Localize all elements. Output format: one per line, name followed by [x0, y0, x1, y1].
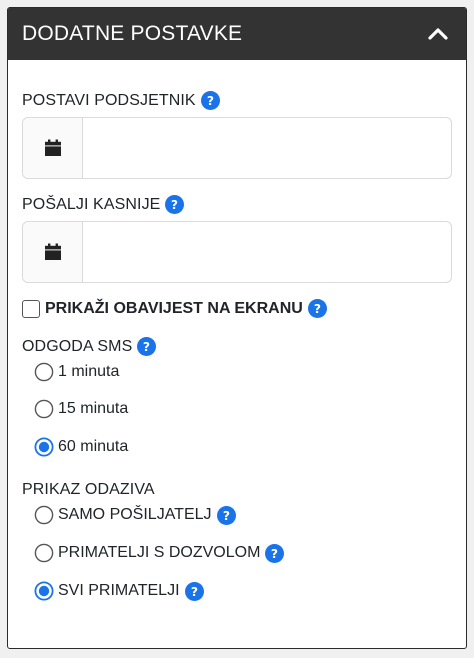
screen-notice-label[interactable]: PRIKAŽI OBAVIJEST NA EKRANU: [45, 300, 303, 318]
reminder-input[interactable]: [83, 118, 451, 178]
radio-button[interactable]: [34, 543, 54, 563]
reminder-date-field: [22, 117, 452, 179]
radio-option-all-recipients[interactable]: SVI PRIMATELJI ?: [34, 579, 452, 603]
radio-option-sms-1[interactable]: 1 minuta: [34, 360, 452, 384]
send-later-date-field: [22, 221, 452, 283]
help-icon[interactable]: ?: [137, 337, 157, 356]
help-icon[interactable]: ?: [265, 543, 285, 563]
svg-text:?: ?: [271, 546, 278, 560]
send-later-label: POŠALJI KASNIJE: [22, 195, 161, 213]
help-icon[interactable]: ?: [200, 91, 220, 110]
reminder-label-row: POSTAVI PODSJETNIK ?: [22, 91, 452, 110]
help-icon[interactable]: ?: [216, 505, 236, 525]
send-later-input[interactable]: [83, 222, 451, 282]
svg-text:?: ?: [171, 198, 178, 212]
help-icon[interactable]: ?: [165, 195, 185, 214]
screen-notice-checkbox[interactable]: [22, 299, 40, 318]
svg-text:?: ?: [314, 302, 321, 316]
chevron-up-icon[interactable]: [426, 22, 450, 46]
radio-label: 1 minuta: [58, 363, 120, 380]
send-later-label-row: POŠALJI KASNIJE ?: [22, 195, 452, 214]
radio-label: SVI PRIMATELJI: [58, 582, 180, 599]
calendar-icon[interactable]: [23, 222, 83, 282]
radio-label: PRIMATELJI S DOZVOLOM: [58, 544, 261, 561]
sms-delay-label: ODGODA SMS: [22, 337, 133, 355]
radio-button[interactable]: [34, 362, 54, 382]
additional-settings-panel: DODATNE POSTAVKE POSTAVI PODSJETNIK ? PO…: [7, 7, 467, 649]
responses-label: PRIKAZ ODAZIVA: [22, 481, 155, 498]
svg-text:?: ?: [143, 340, 150, 354]
radio-option-sender-only[interactable]: SAMO POŠILJATELJ ?: [34, 503, 452, 527]
radio-button-selected[interactable]: [34, 437, 54, 457]
panel-body: POSTAVI PODSJETNIK ? POŠALJI KASNIJE ? P…: [8, 91, 466, 603]
reminder-label: POSTAVI PODSJETNIK: [22, 91, 196, 109]
radio-button[interactable]: [34, 399, 54, 419]
radio-option-sms-60[interactable]: 60 minuta: [34, 435, 452, 459]
svg-text:?: ?: [222, 508, 229, 522]
help-icon[interactable]: ?: [184, 581, 204, 601]
calendar-icon[interactable]: [23, 118, 83, 178]
radio-option-sms-15[interactable]: 15 minuta: [34, 397, 452, 421]
panel-title: DODATNE POSTAVKE: [22, 22, 243, 45]
help-icon[interactable]: ?: [307, 299, 327, 318]
svg-text:?: ?: [190, 584, 197, 598]
panel-header[interactable]: DODATNE POSTAVKE: [8, 8, 466, 60]
radio-option-permitted-recipients[interactable]: PRIMATELJI S DOZVOLOM ?: [34, 541, 452, 565]
radio-label: 15 minuta: [58, 400, 129, 417]
radio-button[interactable]: [34, 505, 54, 525]
radio-label: SAMO POŠILJATELJ: [58, 506, 212, 523]
screen-notice-row: PRIKAŽI OBAVIJEST NA EKRANU ?: [22, 299, 452, 318]
radio-label: 60 minuta: [58, 438, 129, 455]
radio-button-selected[interactable]: [34, 581, 54, 601]
responses-label-row: PRIKAZ ODAZIVA: [22, 481, 452, 499]
svg-text:?: ?: [207, 94, 214, 108]
sms-delay-label-row: ODGODA SMS ?: [22, 337, 452, 356]
